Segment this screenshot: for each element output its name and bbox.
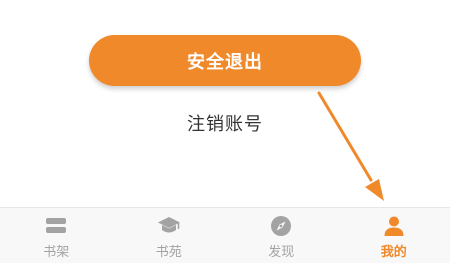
bookshelf-icon [44,215,68,237]
tab-mine[interactable]: 我的 [338,208,450,263]
user-icon [382,215,406,237]
tab-bookshelf[interactable]: 书架 [0,208,113,263]
tab-label: 书苑 [155,245,182,260]
logout-button[interactable]: 安全退出 [89,35,361,86]
tab-academy[interactable]: 书苑 [113,208,226,263]
graduation-cap-icon [157,215,181,237]
tab-label: 书架 [43,245,70,260]
cancel-account-link[interactable]: 注销账号 [0,108,450,138]
compass-icon [269,215,293,237]
tab-label: 发现 [268,245,295,260]
bottom-tab-bar: 书架 书苑 发现 我的 [0,207,450,263]
account-page: 安全退出 注销账号 书架 书苑 发现 我的 [0,0,450,263]
tab-discover[interactable]: 发现 [225,208,338,263]
tab-label: 我的 [380,245,407,260]
